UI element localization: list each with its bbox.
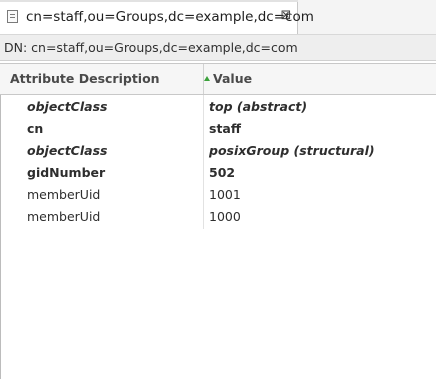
table-header: Attribute Description Value	[0, 63, 436, 95]
value-cell[interactable]: 1001	[209, 184, 241, 206]
value-cell[interactable]: staff	[209, 118, 241, 140]
table-row[interactable]: memberUid 1001	[0, 184, 436, 206]
table-row[interactable]: gidNumber 502	[0, 162, 436, 184]
attribute-cell: objectClass	[27, 99, 108, 114]
table-row[interactable]: objectClass posixGroup (structural)	[0, 140, 436, 162]
entry-editor-tab[interactable]: cn=staff,ou=Groups,dc=example,dc=com ⊠	[0, 0, 314, 34]
tab-highlight-line	[0, 0, 298, 2]
attribute-cell: gidNumber	[27, 165, 106, 180]
attribute-cell: cn	[27, 121, 44, 136]
sort-ascending-icon	[204, 76, 210, 81]
column-header-value-label: Value	[213, 71, 253, 86]
value-cell[interactable]: top (abstract)	[209, 96, 307, 118]
tab-title: cn=staff,ou=Groups,dc=example,dc=com	[26, 9, 314, 25]
value-cell[interactable]: 502	[209, 162, 235, 184]
column-header-value[interactable]: Value	[204, 64, 253, 94]
dn-bar: DN: cn=staff,ou=Groups,dc=example,dc=com	[0, 34, 436, 61]
table-row[interactable]: memberUid 1000	[0, 206, 436, 228]
value-cell[interactable]: posixGroup (structural)	[209, 140, 375, 162]
attribute-cell: memberUid	[27, 209, 101, 224]
attribute-cell: objectClass	[27, 143, 108, 158]
attribute-cell: memberUid	[27, 187, 101, 202]
dn-label: DN: cn=staff,ou=Groups,dc=example,dc=com	[4, 40, 298, 55]
column-header-attribute-description[interactable]: Attribute Description	[10, 64, 160, 94]
value-cell[interactable]: 1000	[209, 206, 241, 228]
table-row[interactable]: objectClass top (abstract)	[0, 96, 436, 118]
entry-document-icon	[7, 10, 18, 23]
close-tab-icon[interactable]: ⊠	[279, 9, 293, 23]
table-row[interactable]: cn staff	[0, 118, 436, 140]
editor-tab-bar: cn=staff,ou=Groups,dc=example,dc=com ⊠	[0, 0, 436, 34]
